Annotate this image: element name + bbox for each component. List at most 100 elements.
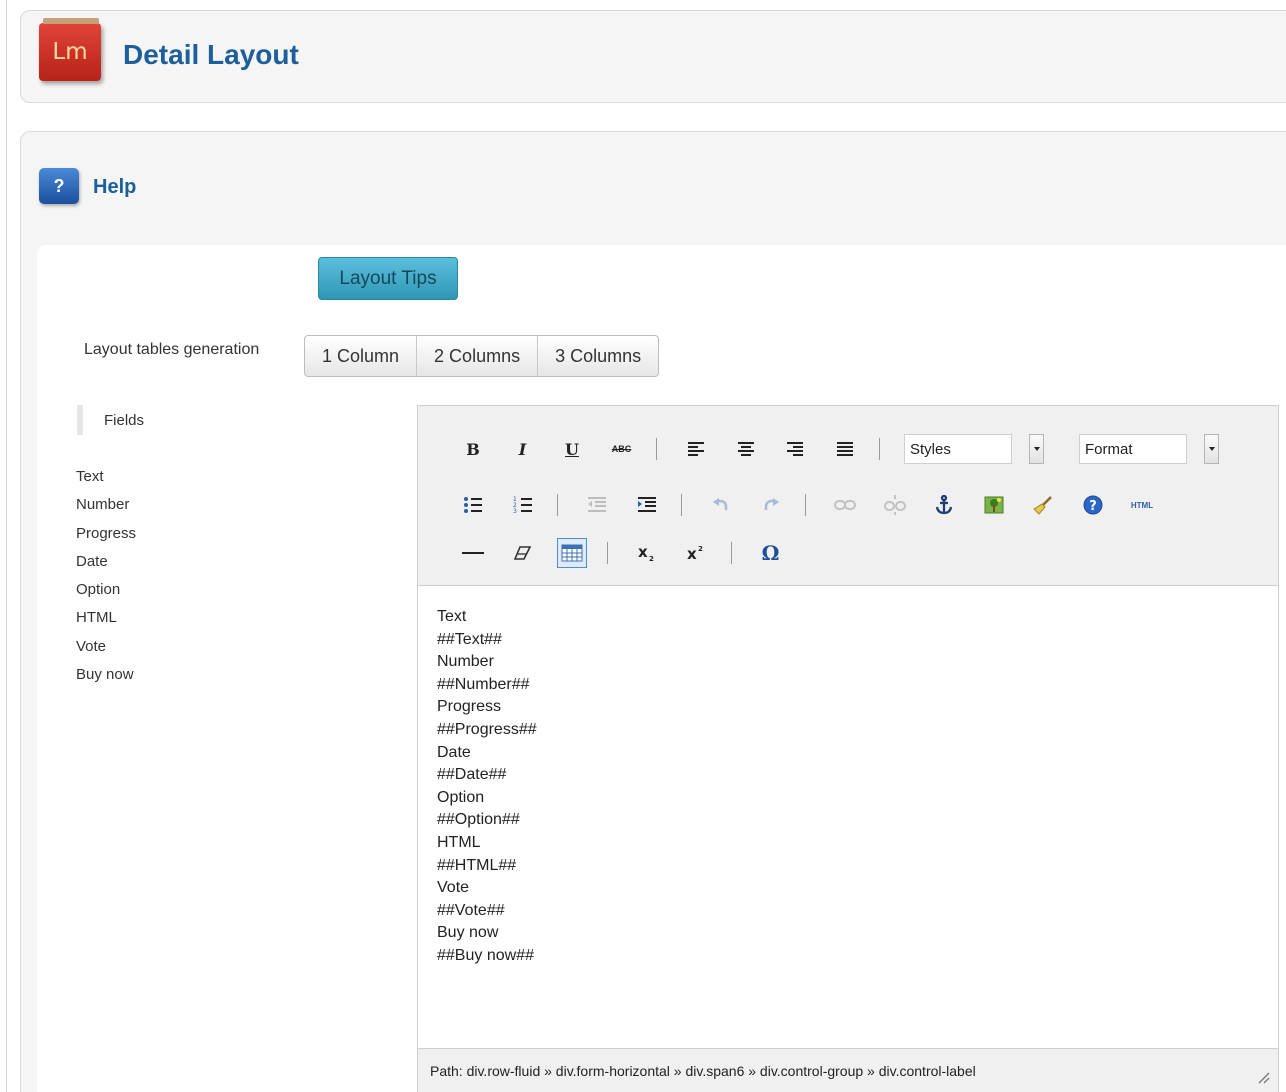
editor-line[interactable]: Progress xyxy=(437,696,537,719)
resize-handle-icon[interactable] xyxy=(1256,1070,1270,1084)
svg-text:3: 3 xyxy=(513,508,517,514)
numbered-list-icon: 123 xyxy=(513,496,532,514)
remove-format-button[interactable] xyxy=(508,538,538,568)
editor-statusbar: Path: div.row-fluid » div.form-horizonta… xyxy=(418,1048,1278,1092)
eraser-icon xyxy=(513,546,531,560)
editor-content[interactable]: Text ##Text## Number ##Number## Progress ##Pr… xyxy=(437,606,537,968)
image-icon xyxy=(984,496,1003,514)
editor-line[interactable]: Vote xyxy=(437,877,537,900)
format-dropdown-arrow-icon[interactable] xyxy=(1204,434,1219,464)
toolbar-separator xyxy=(805,494,806,516)
special-character-button[interactable]: Ω xyxy=(756,538,786,568)
anchor-button[interactable] xyxy=(929,490,959,520)
field-item-buy-now[interactable]: Buy now xyxy=(76,661,136,689)
help-icon-glyph: ? xyxy=(53,175,65,196)
subscript-button[interactable]: x2 xyxy=(632,538,662,568)
field-item-date[interactable]: Date xyxy=(76,548,136,576)
toolbar-row-3: x2 x2 Ω xyxy=(458,538,805,568)
indent-icon xyxy=(637,497,656,512)
align-justify-button[interactable] xyxy=(830,434,860,464)
editor-line[interactable]: Date xyxy=(437,742,537,765)
editor-line[interactable]: ##Vote## xyxy=(437,900,537,923)
toolbar-separator xyxy=(730,542,732,564)
toolbar-separator xyxy=(606,542,608,564)
cleanup-button[interactable] xyxy=(1028,490,1058,520)
layout-tips-button[interactable]: Layout Tips xyxy=(318,257,458,300)
undo-icon xyxy=(713,498,728,510)
fields-heading: Fields xyxy=(77,405,144,435)
field-item-text[interactable]: Text xyxy=(76,463,136,491)
align-left-icon xyxy=(688,442,704,456)
styles-select[interactable]: Styles xyxy=(904,434,1012,464)
align-justify-icon xyxy=(836,442,853,456)
one-column-button[interactable]: 1 Column xyxy=(305,336,418,376)
align-center-icon xyxy=(737,442,754,456)
help-icon[interactable]: ? xyxy=(39,168,79,204)
toolbar-separator xyxy=(879,438,880,460)
numbered-list-button[interactable]: 123 xyxy=(508,490,538,520)
two-columns-button[interactable]: 2 Columns xyxy=(417,336,539,376)
editor-line[interactable]: Buy now xyxy=(437,922,537,945)
format-select[interactable]: Format xyxy=(1079,434,1187,464)
italic-button[interactable]: I xyxy=(508,434,538,464)
editor-line[interactable]: Number xyxy=(437,651,537,674)
align-right-button[interactable] xyxy=(780,434,810,464)
horizontal-rule-button[interactable] xyxy=(458,538,488,568)
insert-table-button[interactable] xyxy=(557,538,587,568)
broom-icon xyxy=(1033,496,1052,515)
three-columns-button[interactable]: 3 Columns xyxy=(538,336,658,376)
unlink-icon xyxy=(883,495,906,515)
bullet-list-button[interactable] xyxy=(458,490,488,520)
toolbar-separator xyxy=(557,494,558,516)
editor-line[interactable]: ##HTML## xyxy=(437,855,537,878)
toolbar-separator xyxy=(656,438,657,460)
editor-line[interactable]: HTML xyxy=(437,832,537,855)
svg-text:x: x xyxy=(687,545,697,562)
editor-line[interactable]: ##Option## xyxy=(437,809,537,832)
content-area: Layout Tips Layout tables generation 1 C… xyxy=(37,245,1286,1092)
strikethrough-button[interactable]: ABC xyxy=(607,434,637,464)
editor-line[interactable]: ##Number## xyxy=(437,674,537,697)
align-left-button[interactable] xyxy=(681,434,711,464)
editor-line[interactable]: ##Progress## xyxy=(437,719,537,742)
align-center-button[interactable] xyxy=(731,434,761,464)
undo-button[interactable] xyxy=(706,490,736,520)
svg-text:2: 2 xyxy=(649,555,654,562)
horizontal-rule-icon xyxy=(462,552,484,554)
field-item-option[interactable]: Option xyxy=(76,576,136,604)
editor-line[interactable]: Text xyxy=(437,606,537,629)
bold-button[interactable]: B xyxy=(458,434,488,464)
layout-generation-label: Layout tables generation xyxy=(84,341,260,358)
app-logo-icon: Lm xyxy=(39,18,101,81)
unlink-button[interactable] xyxy=(880,490,910,520)
rich-text-editor: B I U ABC Styles Format 1 2 3 ? HTML x 2… xyxy=(417,405,1279,1092)
editor-line[interactable]: ##Text## xyxy=(437,629,537,652)
link-button[interactable] xyxy=(830,490,860,520)
superscript-icon: x2 xyxy=(687,545,703,562)
toolbar-separator xyxy=(681,494,682,516)
editor-line[interactable]: ##Date## xyxy=(437,764,537,787)
field-item-number[interactable]: Number xyxy=(76,491,136,519)
underline-button[interactable]: U xyxy=(557,434,587,464)
logo-text: Lm xyxy=(52,39,88,65)
styles-dropdown-arrow-icon[interactable] xyxy=(1029,434,1044,464)
main-panel: ? Help Layout Tips Layout tables generat… xyxy=(20,131,1286,1092)
outdent-button[interactable] xyxy=(582,490,612,520)
field-item-progress[interactable]: Progress xyxy=(76,520,136,548)
field-list: Text Number Progress Date Option HTML Vo… xyxy=(76,463,136,689)
editor-help-button[interactable]: ? xyxy=(1078,490,1108,520)
field-item-html[interactable]: HTML xyxy=(76,604,136,632)
redo-button[interactable] xyxy=(756,490,786,520)
help-link[interactable]: Help xyxy=(93,176,136,199)
insert-image-button[interactable] xyxy=(979,490,1009,520)
indent-button[interactable] xyxy=(632,490,662,520)
toolbar-row-2: 123 ? HTML xyxy=(458,490,1177,520)
svg-text:x: x xyxy=(638,544,648,561)
superscript-button[interactable]: x2 xyxy=(681,538,711,568)
toolbar-row-1: B I U ABC Styles Format xyxy=(458,434,1219,464)
editor-line[interactable]: ##Buy now## xyxy=(437,945,537,968)
svg-text:2: 2 xyxy=(698,545,703,553)
html-source-button[interactable]: HTML xyxy=(1127,490,1157,520)
field-item-vote[interactable]: Vote xyxy=(76,633,136,661)
editor-line[interactable]: Option xyxy=(437,787,537,810)
